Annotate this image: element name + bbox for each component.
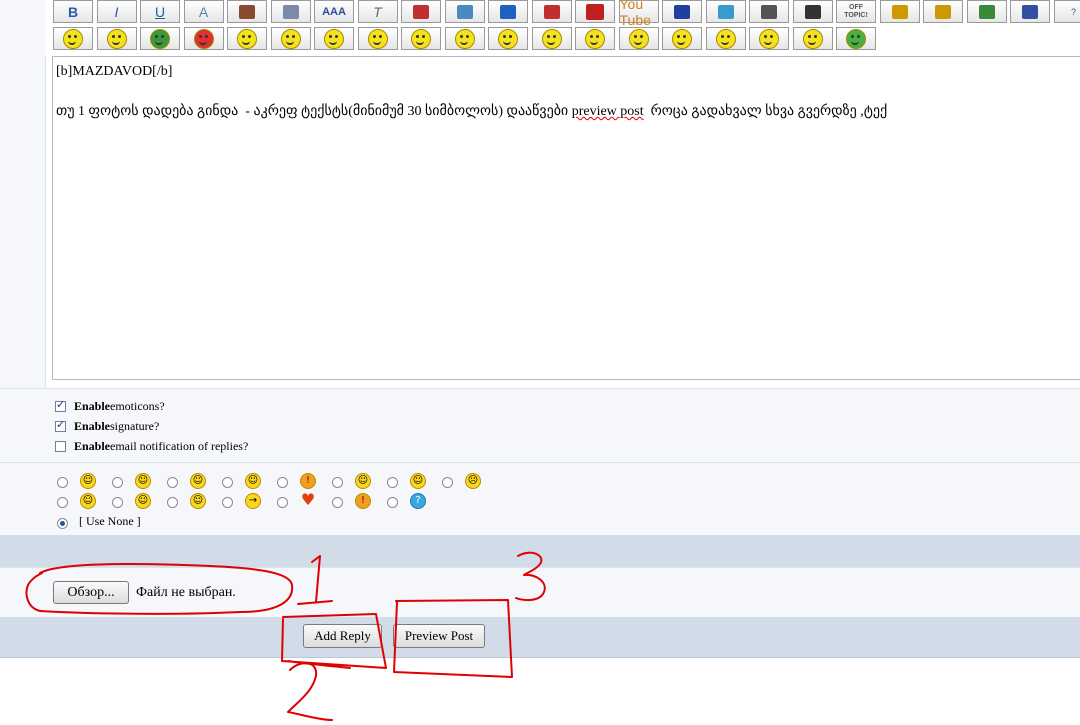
annotation-number-2: [287, 662, 333, 721]
annotation-circle-1: [25, 563, 294, 615]
red-annotations: [25, 551, 546, 721]
annotation-number-3: [515, 551, 546, 602]
annotation-box-2: [281, 613, 387, 669]
annotation-box-3: [393, 599, 513, 678]
annotation-number-1: [297, 555, 333, 605]
